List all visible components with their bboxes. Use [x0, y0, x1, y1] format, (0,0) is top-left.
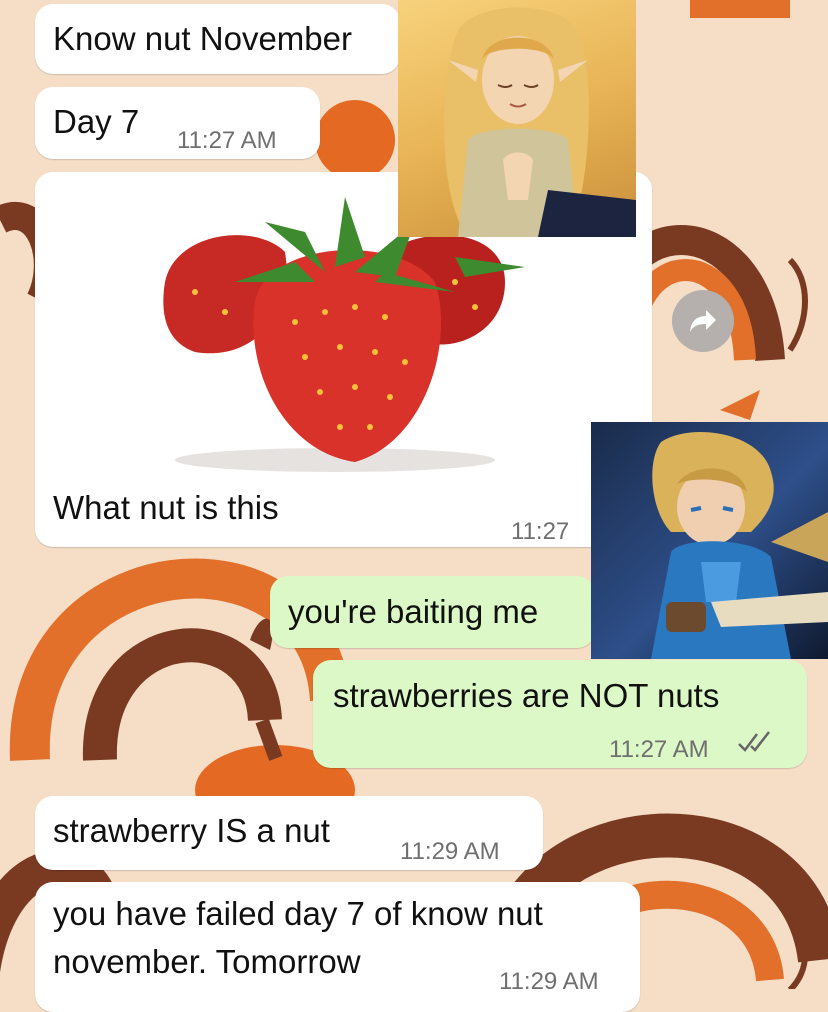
- message-text: strawberry IS a nut: [53, 812, 330, 849]
- message-outgoing[interactable]: you're baiting me: [270, 576, 595, 648]
- plaid-decor: [690, 0, 790, 18]
- zelda-princess-sticker[interactable]: [398, 0, 636, 237]
- forward-arrow-icon: [690, 310, 716, 332]
- forward-button[interactable]: [672, 290, 734, 352]
- message-outgoing[interactable]: strawberries are NOT nuts 11:27 AM: [313, 660, 807, 768]
- message-timestamp: 11:27 AM: [177, 127, 277, 154]
- double-check-icon: [738, 731, 770, 752]
- zelda-illustration: [444, 7, 636, 237]
- message-text: Day 7: [53, 103, 140, 140]
- message-incoming[interactable]: you have failed day 7 of know nut novemb…: [35, 882, 640, 1012]
- message-timestamp: 11:27: [511, 518, 570, 545]
- photo-caption: What nut is this: [53, 489, 279, 526]
- message-text-line1: you have failed day 7 of know nut: [53, 895, 543, 932]
- message-incoming[interactable]: Know nut November: [35, 4, 400, 74]
- message-text: you're baiting me: [288, 593, 539, 630]
- link-hero-sticker[interactable]: [591, 422, 828, 659]
- message-incoming[interactable]: Day 7 11:27 AM: [35, 87, 320, 159]
- message-timestamp: 11:27 AM: [609, 736, 709, 763]
- message-timestamp: 11:29 AM: [499, 968, 599, 995]
- message-text: Know nut November: [53, 20, 352, 57]
- message-text: strawberries are NOT nuts: [333, 677, 720, 714]
- message-text-line2: november. Tomorrow: [53, 943, 361, 980]
- link-illustration: [651, 432, 828, 659]
- message-incoming[interactable]: strawberry IS a nut 11:29 AM: [35, 796, 543, 870]
- message-timestamp: 11:29 AM: [400, 838, 500, 865]
